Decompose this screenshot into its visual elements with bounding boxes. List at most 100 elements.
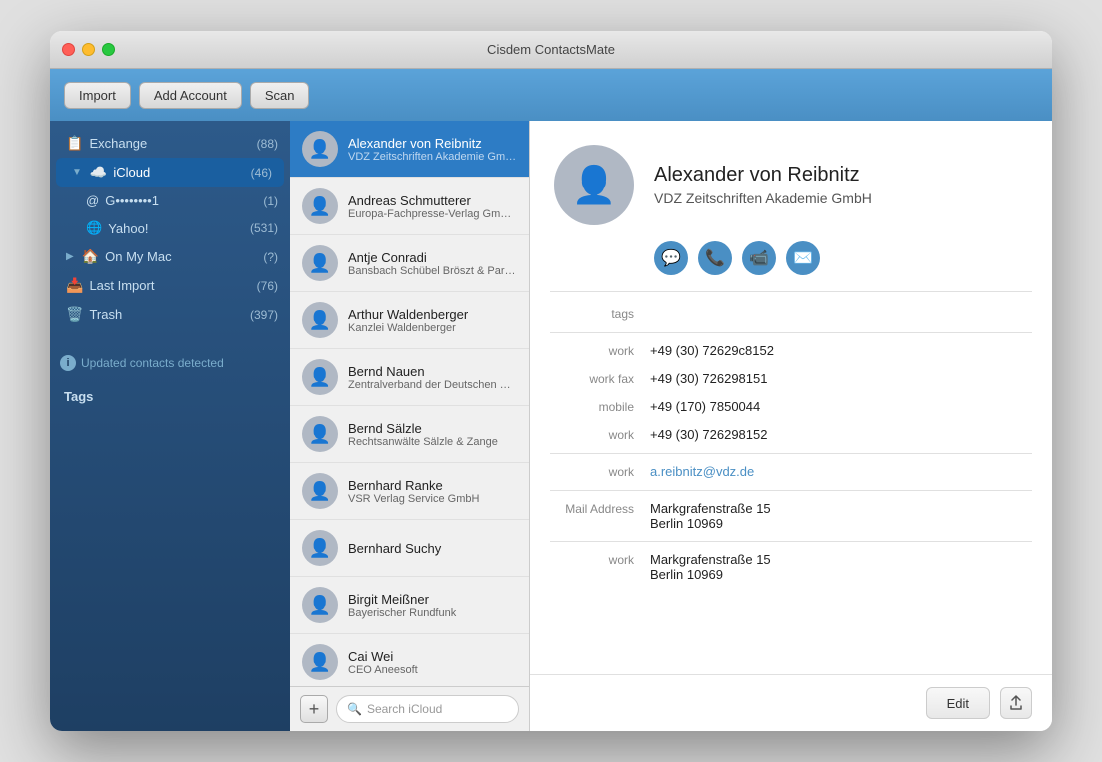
- contact-item[interactable]: 👤 Bernhard Ranke VSR Verlag Service GmbH: [290, 463, 529, 520]
- contact-item[interactable]: 👤 Bernd Sälzle Rechtsanwälte Sälzle & Za…: [290, 406, 529, 463]
- traffic-lights: [62, 43, 115, 56]
- field-row-work-fax: work fax +49 (30) 726298151: [530, 365, 1052, 393]
- detail-name: Alexander von Reibnitz: [654, 164, 872, 187]
- video-button[interactable]: 📹: [742, 241, 776, 275]
- contact-info: Bernhard Ranke VSR Verlag Service GmbH: [348, 478, 517, 505]
- maximize-button[interactable]: [102, 43, 115, 56]
- contact-item[interactable]: 👤 Birgit Meißner Bayerischer Rundfunk: [290, 577, 529, 634]
- contact-name: Alexander von Reibnitz: [348, 136, 517, 151]
- avatar: 👤: [302, 644, 338, 680]
- titlebar: Cisdem ContactsMate: [50, 31, 1052, 69]
- sidebar-item-gmail[interactable]: @ G••••••••1 (1): [50, 187, 290, 214]
- contact-company: Europa-Fachpresse-Verlag GmbH 8: [348, 208, 517, 220]
- contact-name: Cai Wei: [348, 649, 517, 664]
- field-value: +49 (30) 72629c8152: [650, 343, 1032, 358]
- contact-item[interactable]: 👤 Bernd Nauen Zentralverband der Deutsch…: [290, 349, 529, 406]
- scan-button[interactable]: Scan: [250, 82, 310, 109]
- contact-info: Andreas Schmutterer Europa-Fachpresse-Ve…: [348, 193, 517, 220]
- field-value[interactable]: a.reibnitz@vdz.de: [650, 464, 1032, 479]
- app-window: Cisdem ContactsMate Import Add Account S…: [50, 31, 1052, 731]
- sidebar-item-icloud[interactable]: ▼ ☁️ iCloud (46): [56, 158, 284, 187]
- share-button[interactable]: [1000, 687, 1032, 719]
- add-contact-button[interactable]: +: [300, 695, 328, 723]
- search-icon: 🔍: [347, 702, 362, 716]
- contact-item[interactable]: 👤 Andreas Schmutterer Europa-Fachpresse-…: [290, 178, 529, 235]
- field-label: mobile: [550, 399, 650, 414]
- field-value: Markgrafenstraße 15Berlin 10969: [650, 552, 1032, 582]
- contact-info: Arthur Waldenberger Kanzlei Waldenberger: [348, 307, 517, 334]
- sidebar-item-label: Exchange: [89, 136, 250, 151]
- field-label: work fax: [550, 371, 650, 386]
- main-content: 📋 Exchange (88) ▼ ☁️ iCloud (46) @ G••••…: [50, 121, 1052, 731]
- edit-button[interactable]: Edit: [926, 687, 990, 719]
- yahoo-icon: 🌐: [86, 220, 102, 236]
- call-button[interactable]: 📞: [698, 241, 732, 275]
- contact-list-panel: 👤 Alexander von Reibnitz VDZ Zeitschrift…: [290, 121, 530, 731]
- sidebar-item-on-my-mac[interactable]: ▶ 🏠 On My Mac (?): [50, 242, 290, 271]
- avatar: 👤: [302, 416, 338, 452]
- field-label: work: [550, 552, 650, 567]
- minimize-button[interactable]: [82, 43, 95, 56]
- avatar: 👤: [302, 473, 338, 509]
- detail-company: VDZ Zeitschriften Akademie GmbH: [654, 190, 872, 206]
- contact-item[interactable]: 👤 Bernhard Suchy: [290, 520, 529, 577]
- sidebar-item-last-import[interactable]: 📥 Last Import (76): [50, 271, 290, 300]
- add-account-button[interactable]: Add Account: [139, 82, 242, 109]
- detail-footer: Edit: [530, 674, 1052, 731]
- field-row-email: work a.reibnitz@vdz.de: [530, 458, 1052, 486]
- field-row-work-phone2: work +49 (30) 726298152: [530, 421, 1052, 449]
- import-button[interactable]: Import: [64, 82, 131, 109]
- exchange-icon: 📋: [66, 135, 83, 152]
- contact-name: Bernhard Ranke: [348, 478, 517, 493]
- contact-company: Zentralverband der Deutschen Wert: [348, 379, 517, 391]
- email-button[interactable]: ✉️: [786, 241, 820, 275]
- detail-fields: tags work +49 (30) 72629c8152 work fax +…: [530, 292, 1052, 596]
- avatar: 👤: [302, 587, 338, 623]
- contact-item[interactable]: 👤 Alexander von Reibnitz VDZ Zeitschrift…: [290, 121, 529, 178]
- contact-item[interactable]: 👤 Arthur Waldenberger Kanzlei Waldenberg…: [290, 292, 529, 349]
- expand-arrow-icon: ▼: [72, 167, 82, 178]
- divider: [550, 490, 1032, 491]
- search-box[interactable]: 🔍 Search iCloud: [336, 695, 519, 723]
- field-label: work: [550, 343, 650, 358]
- sidebar-item-exchange[interactable]: 📋 Exchange (88): [50, 129, 290, 158]
- close-button[interactable]: [62, 43, 75, 56]
- contact-company: CEO Aneesoft: [348, 664, 517, 676]
- search-placeholder: Search iCloud: [367, 702, 442, 716]
- gmail-icon: @: [86, 193, 99, 208]
- contact-list-footer: + 🔍 Search iCloud: [290, 686, 529, 731]
- contact-name: Bernhard Suchy: [348, 541, 517, 556]
- contact-name: Arthur Waldenberger: [348, 307, 517, 322]
- detail-name-section: Alexander von Reibnitz VDZ Zeitschriften…: [654, 164, 872, 206]
- icloud-count: (46): [251, 166, 272, 180]
- field-label: Mail Address: [550, 501, 650, 516]
- sidebar-item-yahoo[interactable]: 🌐 Yahoo! (531): [50, 214, 290, 242]
- contact-name: Andreas Schmutterer: [348, 193, 517, 208]
- avatar: 👤: [302, 302, 338, 338]
- field-label: work: [550, 464, 650, 479]
- last-import-count: (76): [257, 279, 278, 293]
- field-label: tags: [550, 306, 650, 321]
- field-row-mail-address: Mail Address Markgrafenstraße 15Berlin 1…: [530, 495, 1052, 537]
- sidebar-item-label: Trash: [89, 307, 244, 322]
- tags-label: Tags: [64, 389, 93, 404]
- contact-info: Birgit Meißner Bayerischer Rundfunk: [348, 592, 517, 619]
- avatar: 👤: [302, 245, 338, 281]
- contact-company: Kanzlei Waldenberger: [348, 322, 517, 334]
- tags-section: Tags: [50, 381, 290, 412]
- contact-info: Alexander von Reibnitz VDZ Zeitschriften…: [348, 136, 517, 163]
- contact-detail: 👤 Alexander von Reibnitz VDZ Zeitschrift…: [530, 121, 1052, 731]
- message-button[interactable]: 💬: [654, 241, 688, 275]
- sidebar-item-trash[interactable]: 🗑️ Trash (397): [50, 300, 290, 329]
- sidebar-item-label: Yahoo!: [108, 221, 244, 236]
- yahoo-count: (531): [250, 221, 278, 235]
- icloud-icon: ☁️: [90, 164, 107, 181]
- field-row-work-address: work Markgrafenstraße 15Berlin 10969: [530, 546, 1052, 588]
- contact-info: Bernd Sälzle Rechtsanwälte Sälzle & Zang…: [348, 421, 517, 448]
- gmail-count: (1): [263, 194, 278, 208]
- divider: [550, 332, 1032, 333]
- contact-item[interactable]: 👤 Cai Wei CEO Aneesoft: [290, 634, 529, 686]
- detail-header: 👤 Alexander von Reibnitz VDZ Zeitschrift…: [530, 121, 1052, 241]
- contact-item[interactable]: 👤 Antje Conradi Bansbach Schübel Bröszt …: [290, 235, 529, 292]
- field-row-tags: tags: [530, 300, 1052, 328]
